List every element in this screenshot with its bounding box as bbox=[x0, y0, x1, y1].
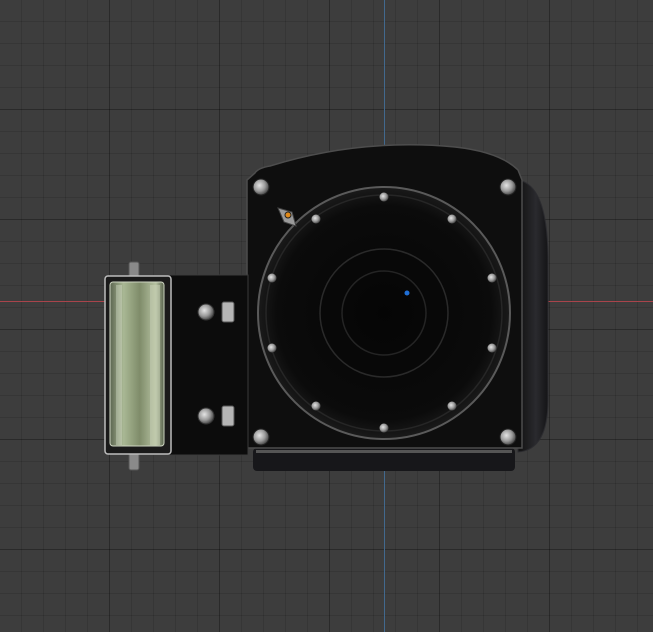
bottom-plate bbox=[253, 448, 515, 471]
side-bracket bbox=[163, 274, 249, 456]
center-marker bbox=[404, 290, 410, 296]
3d-viewport[interactable] bbox=[0, 0, 653, 632]
pivot-marker[interactable] bbox=[284, 211, 292, 219]
battery-cylinder bbox=[104, 261, 172, 471]
camera-model[interactable] bbox=[0, 0, 653, 632]
